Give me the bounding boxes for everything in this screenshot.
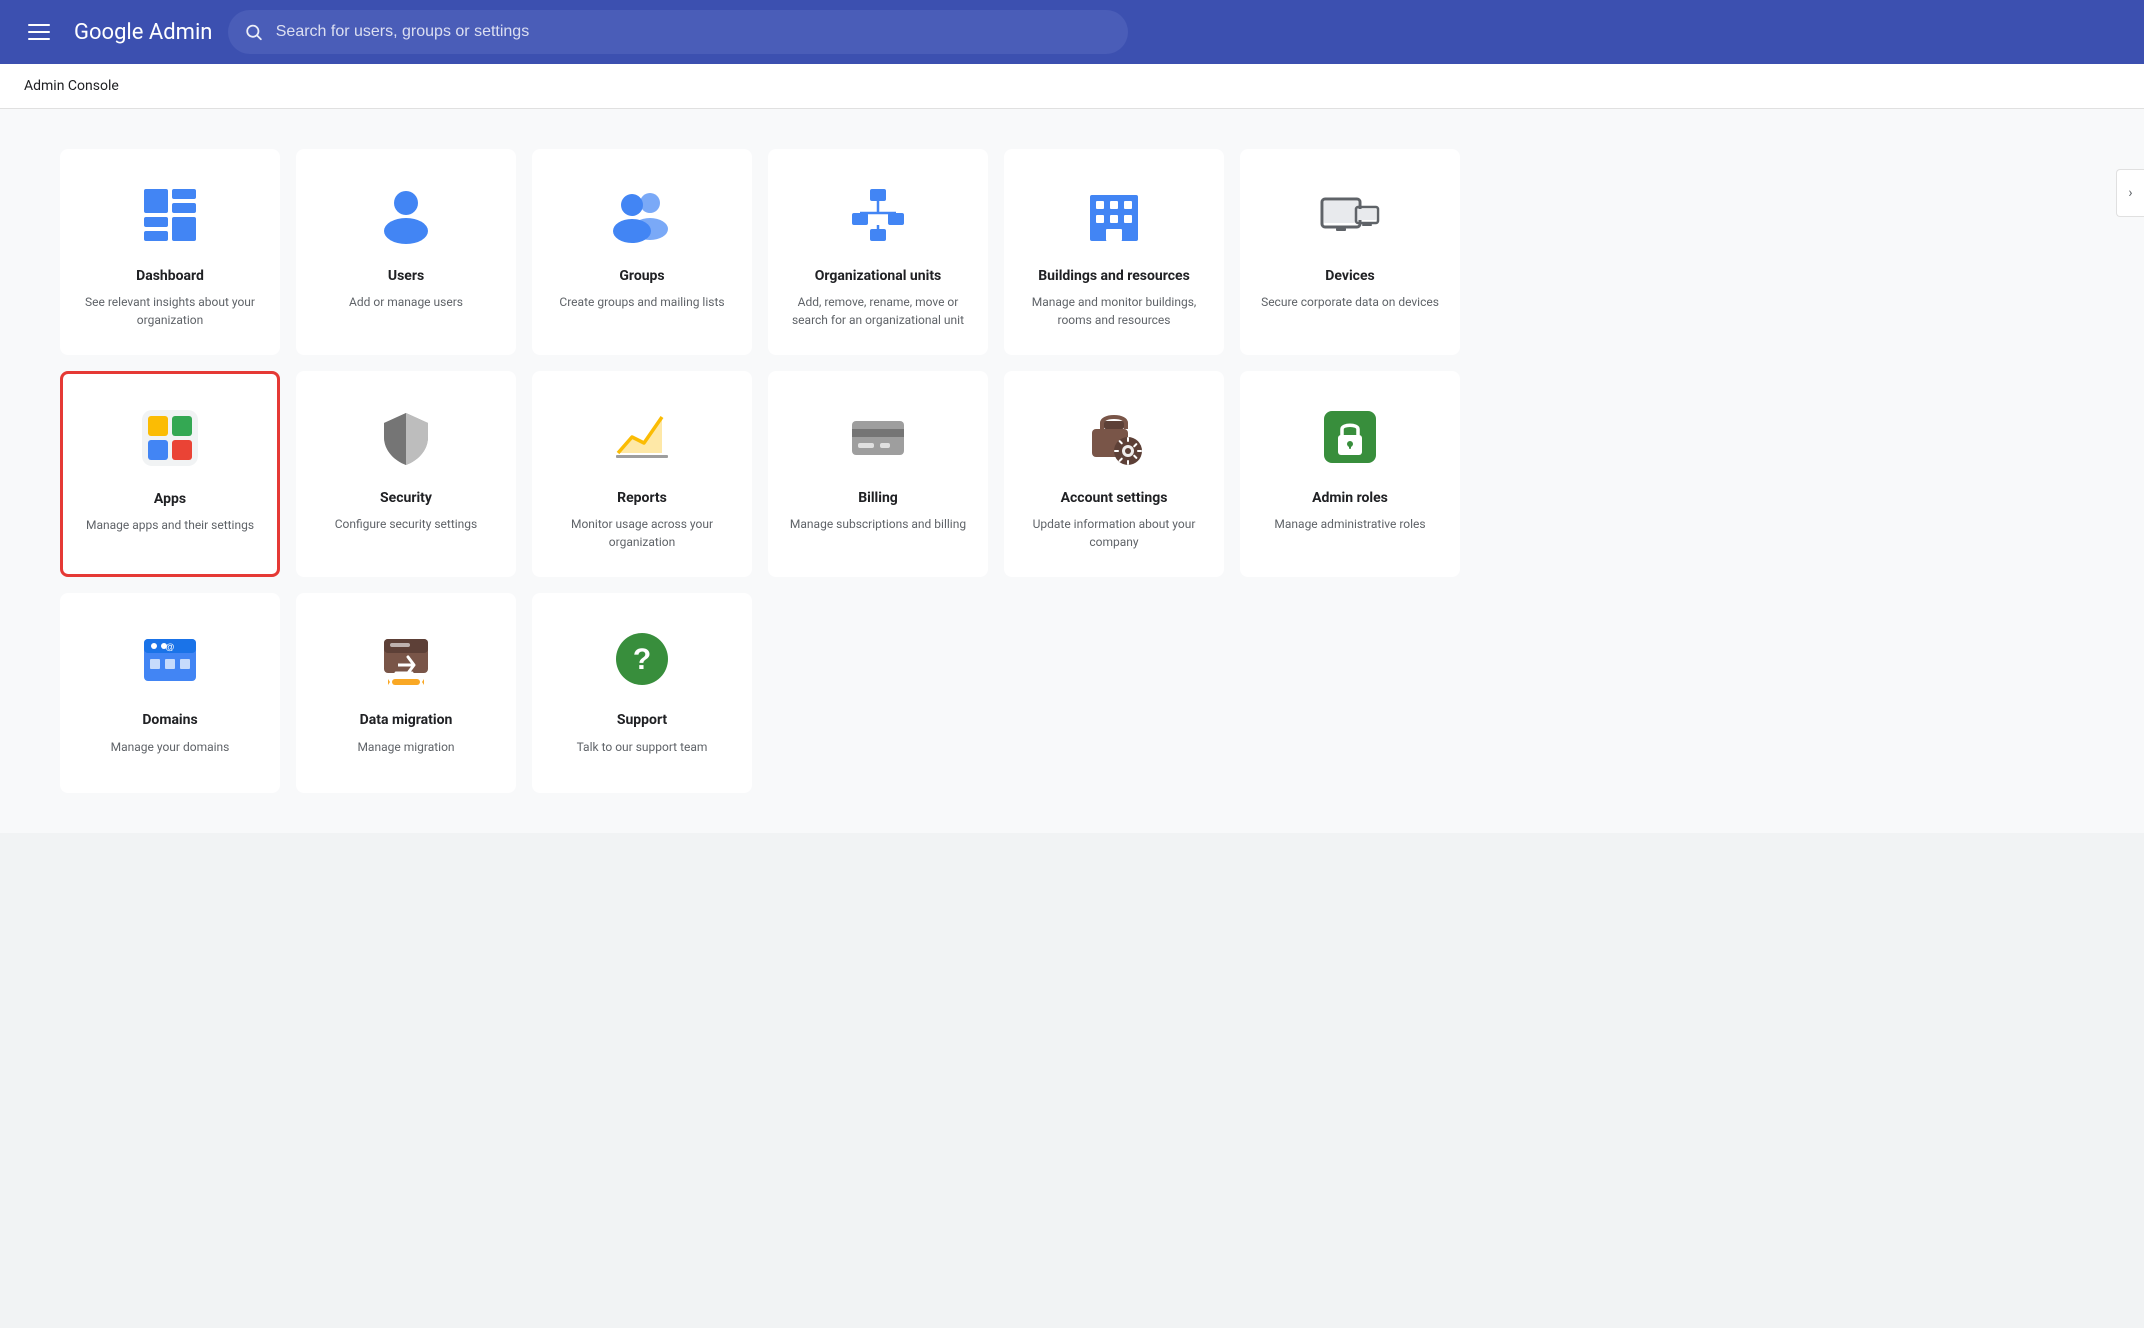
svg-text:?: ? (633, 643, 651, 676)
card-groups[interactable]: Groups Create groups and mailing lists (532, 149, 752, 355)
org-units-title: Organizational units (815, 267, 942, 285)
reports-icon (606, 401, 678, 473)
search-input[interactable] (276, 23, 1113, 41)
buildings-title: Buildings and resources (1038, 267, 1190, 285)
card-apps[interactable]: Apps Manage apps and their settings (60, 371, 280, 577)
main-content: › Dashboard See relevant insights about … (0, 109, 2144, 833)
security-icon (370, 401, 442, 473)
card-buildings[interactable]: Buildings and resources Manage and monit… (1004, 149, 1224, 355)
groups-desc: Create groups and mailing lists (559, 293, 724, 311)
menu-icon[interactable] (20, 16, 58, 48)
card-devices[interactable]: Devices Secure corporate data on devices (1240, 149, 1460, 355)
groups-icon (606, 179, 678, 251)
card-org-units[interactable]: Organizational units Add, remove, rename… (768, 149, 988, 355)
cards-grid-area: Dashboard See relevant insights about yo… (0, 109, 2144, 833)
admin-roles-title: Admin roles (1312, 489, 1388, 507)
card-reports[interactable]: Reports Monitor usage across your organi… (532, 371, 752, 577)
card-security[interactable]: Security Configure security settings (296, 371, 516, 577)
data-migration-desc: Manage migration (357, 738, 454, 756)
support-icon: ? (606, 623, 678, 695)
reports-title: Reports (617, 489, 667, 507)
devices-desc: Secure corporate data on devices (1261, 293, 1439, 311)
dashboard-title: Dashboard (136, 267, 204, 285)
data-migration-title: Data migration (360, 711, 453, 729)
card-admin-roles[interactable]: Admin roles Manage administrative roles (1240, 371, 1460, 577)
reports-desc: Monitor usage across your organization (550, 515, 734, 551)
search-bar[interactable] (228, 10, 1128, 54)
card-billing[interactable]: Billing Manage subscriptions and billing (768, 371, 988, 577)
card-dashboard[interactable]: Dashboard See relevant insights about yo… (60, 149, 280, 355)
domains-desc: Manage your domains (111, 738, 230, 756)
account-settings-icon (1078, 401, 1150, 473)
apps-icon (134, 402, 206, 474)
org-units-icon (842, 179, 914, 251)
admin-roles-icon (1314, 401, 1386, 473)
support-desc: Talk to our support team (577, 738, 708, 756)
support-title: Support (617, 711, 667, 729)
card-account-settings[interactable]: Account settings Update information abou… (1004, 371, 1224, 577)
card-domains[interactable]: @ Domains Manage your domains (60, 593, 280, 793)
cards-grid: Dashboard See relevant insights about yo… (60, 149, 1460, 793)
header: Google Admin (0, 0, 2144, 64)
domains-title: Domains (142, 711, 197, 729)
data-migration-icon (370, 623, 442, 695)
security-title: Security (380, 489, 432, 507)
domains-icon: @ (134, 623, 206, 695)
account-settings-desc: Update information about your company (1022, 515, 1206, 551)
users-icon (370, 179, 442, 251)
card-support[interactable]: ? Support Talk to our support team (532, 593, 752, 793)
dashboard-desc: See relevant insights about your organiz… (78, 293, 262, 329)
card-users[interactable]: Users Add or manage users (296, 149, 516, 355)
billing-desc: Manage subscriptions and billing (790, 515, 966, 533)
svg-text:@: @ (165, 642, 174, 652)
search-icon (244, 22, 263, 42)
buildings-icon (1078, 179, 1150, 251)
admin-roles-desc: Manage administrative roles (1274, 515, 1425, 533)
groups-title: Groups (619, 267, 664, 285)
security-desc: Configure security settings (335, 515, 477, 533)
billing-icon (842, 401, 914, 473)
dashboard-icon (134, 179, 206, 251)
devices-icon (1314, 179, 1386, 251)
devices-title: Devices (1325, 267, 1374, 285)
card-data-migration[interactable]: Data migration Manage migration (296, 593, 516, 793)
apps-title: Apps (154, 490, 186, 508)
billing-title: Billing (858, 489, 898, 507)
breadcrumb: Admin Console (0, 64, 2144, 109)
users-title: Users (388, 267, 424, 285)
buildings-desc: Manage and monitor buildings, rooms and … (1022, 293, 1206, 329)
app-logo: Google Admin (74, 20, 212, 45)
users-desc: Add or manage users (349, 293, 463, 311)
org-units-desc: Add, remove, rename, move or search for … (786, 293, 970, 329)
apps-desc: Manage apps and their settings (86, 516, 254, 534)
sidebar-toggle[interactable]: › (2116, 169, 2144, 217)
account-settings-title: Account settings (1061, 489, 1168, 507)
